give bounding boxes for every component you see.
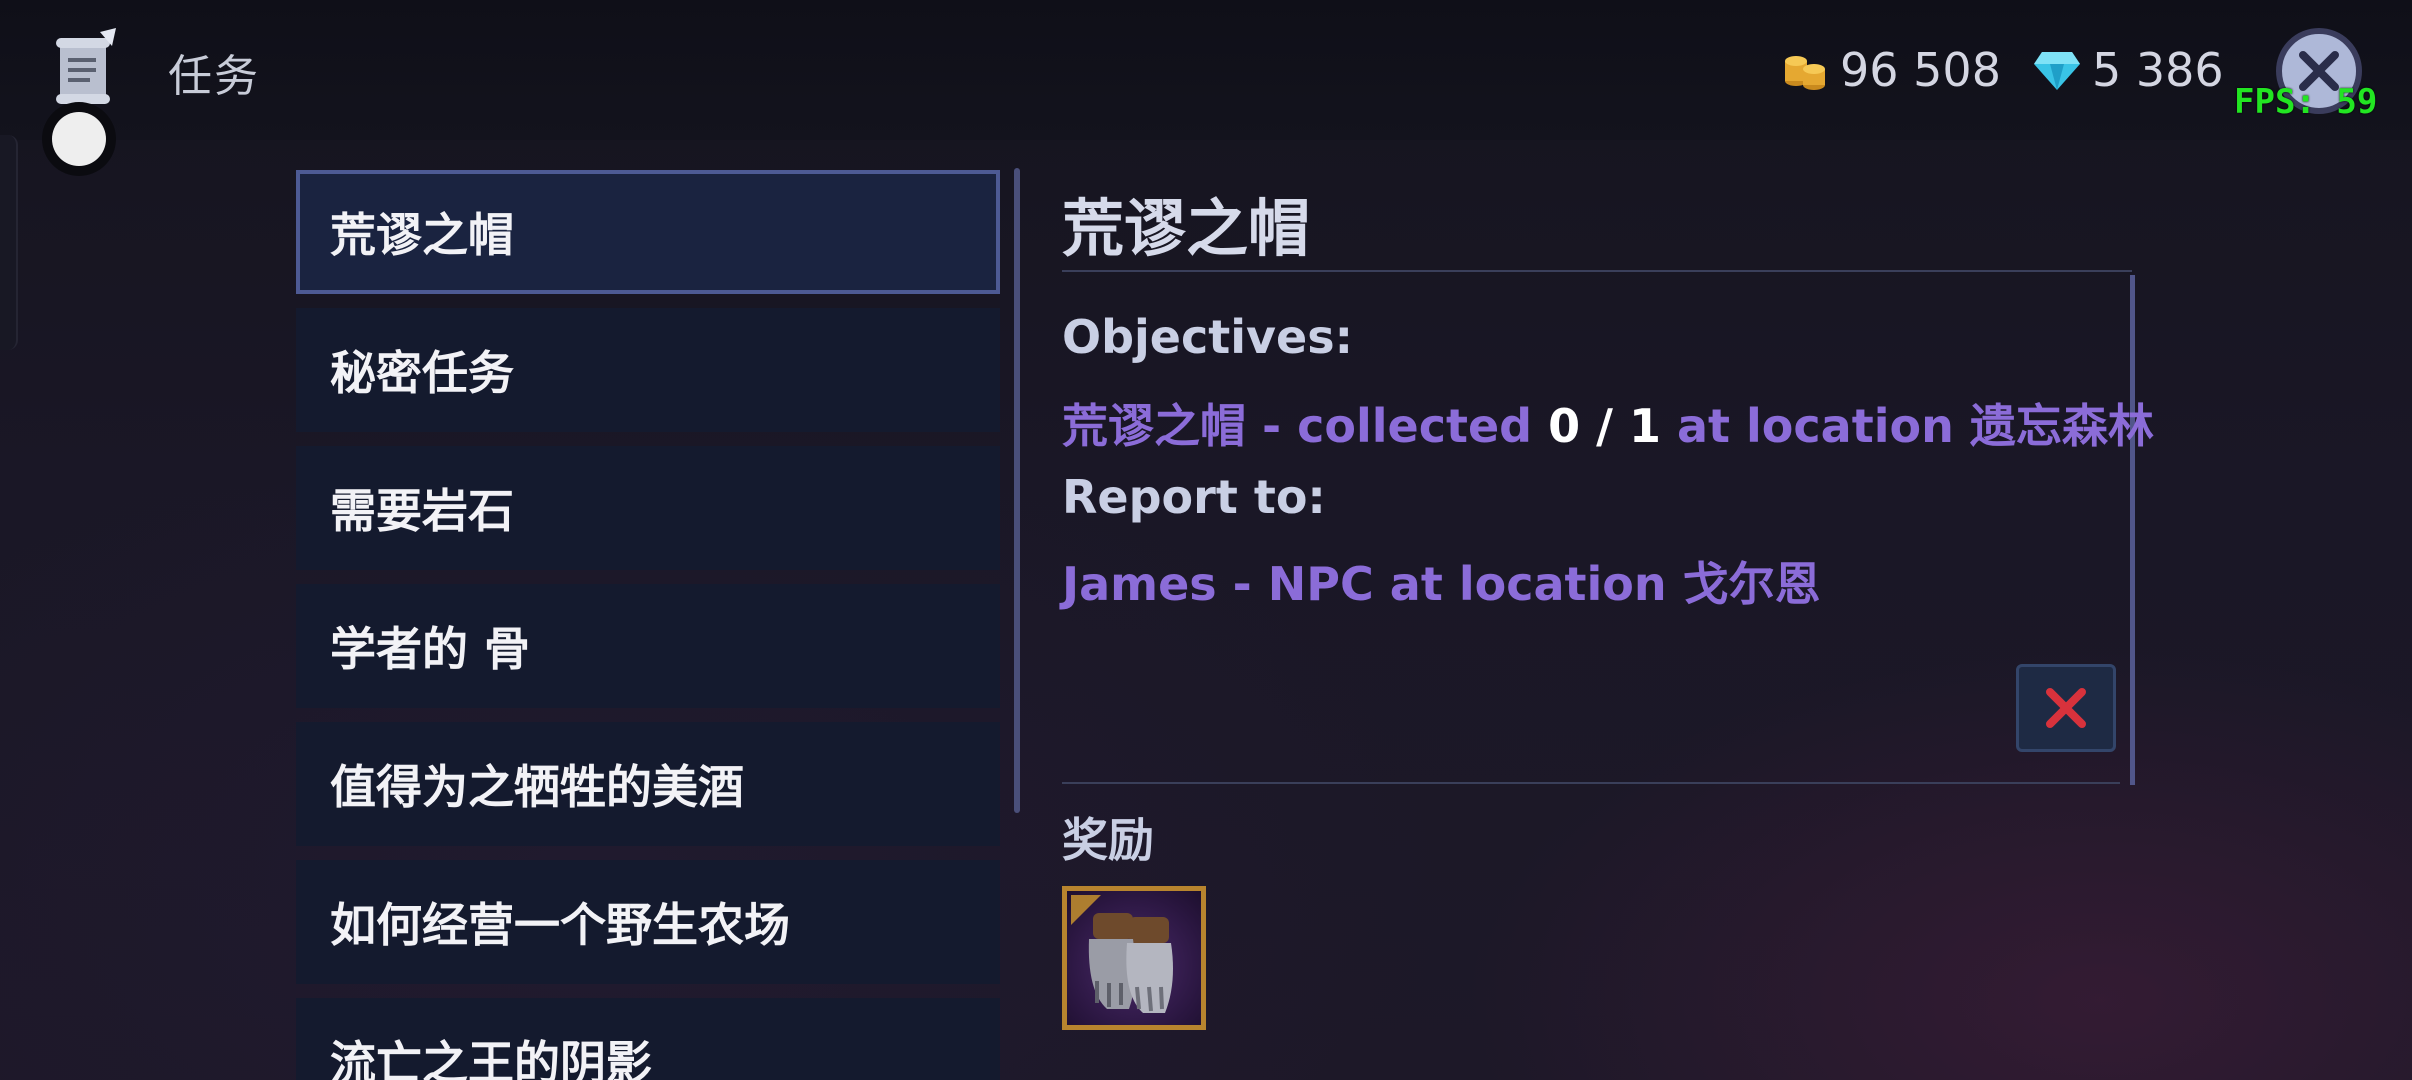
quest-item-label: 学者的 骨 — [330, 622, 531, 676]
gold-amount: 96 508 — [1840, 43, 2001, 97]
quest-item-label: 流亡之王的阴影 — [330, 1036, 652, 1080]
quest-item-label: 秘密任务 — [330, 346, 514, 400]
quest-item-label: 荒谬之帽 — [330, 208, 514, 262]
quest-item[interactable]: 需要岩石 — [296, 446, 1000, 570]
quest-list-scrollbar[interactable] — [1014, 168, 1020, 813]
diamond-icon — [2034, 52, 2080, 90]
objective-item: 荒谬之帽 - collected — [1062, 399, 1533, 453]
report-to-npc: James - NPC at location 戈尔恩 — [1062, 557, 1821, 611]
report-to-label: Report to: — [1062, 470, 1326, 524]
fps-counter: FPS: 59 — [2234, 82, 2378, 122]
detail-scrollbar[interactable] — [2130, 275, 2135, 785]
quest-detail-title: 荒谬之帽 — [1062, 192, 1311, 265]
reward-item-slot[interactable] — [1062, 886, 1206, 1030]
quest-item[interactable]: 荒谬之帽 — [296, 170, 1000, 294]
abandon-quest-button[interactable] — [2016, 664, 2116, 752]
steel-gauntlets-icon — [1071, 895, 1173, 1013]
quest-item[interactable]: 秘密任务 — [296, 308, 1000, 432]
rewards-label: 奖励 — [1062, 813, 1154, 867]
quest-screen: 任务 96 508 5 386 FPS: 59 荒谬之帽 秘密任务 需要岩石 学… — [0, 0, 2412, 1080]
objective-progress: 0 / 1 — [1548, 399, 1661, 453]
quest-item[interactable]: 如何经营一个野生农场 — [296, 860, 1000, 984]
quest-item[interactable]: 学者的 骨 — [296, 584, 1000, 708]
quest-item-label: 如何经营一个野生农场 — [330, 898, 790, 952]
quest-list: 荒谬之帽 秘密任务 需要岩石 学者的 骨 值得为之牺牲的美酒 如何经营一个野生农… — [296, 170, 1000, 1080]
quest-item-label: 需要岩石 — [330, 484, 514, 538]
floating-assist-button[interactable] — [52, 112, 106, 166]
quest-item[interactable]: 流亡之王的阴影 — [296, 998, 1000, 1080]
screen-title: 任务 — [168, 51, 260, 102]
quest-item-label: 值得为之牺牲的美酒 — [330, 760, 744, 814]
divider — [1062, 270, 2132, 272]
objective-location: at location 遗忘森林 — [1676, 399, 2154, 453]
gold-coins-icon — [1785, 56, 1825, 90]
objectives-label: Objectives: — [1062, 310, 1353, 364]
gem-counter: 5 386 — [2034, 42, 2224, 98]
gold-counter: 96 508 — [1782, 42, 2001, 98]
objective-line: 荒谬之帽 - collected 0 / 1 at location 遗忘森林 — [1062, 390, 2154, 456]
quest-scroll-icon — [56, 28, 116, 104]
side-drawer-handle[interactable] — [0, 135, 18, 350]
close-icon — [2046, 688, 2086, 728]
gem-amount: 5 386 — [2092, 43, 2224, 97]
divider — [1062, 782, 2120, 784]
quest-item[interactable]: 值得为之牺牲的美酒 — [296, 722, 1000, 846]
